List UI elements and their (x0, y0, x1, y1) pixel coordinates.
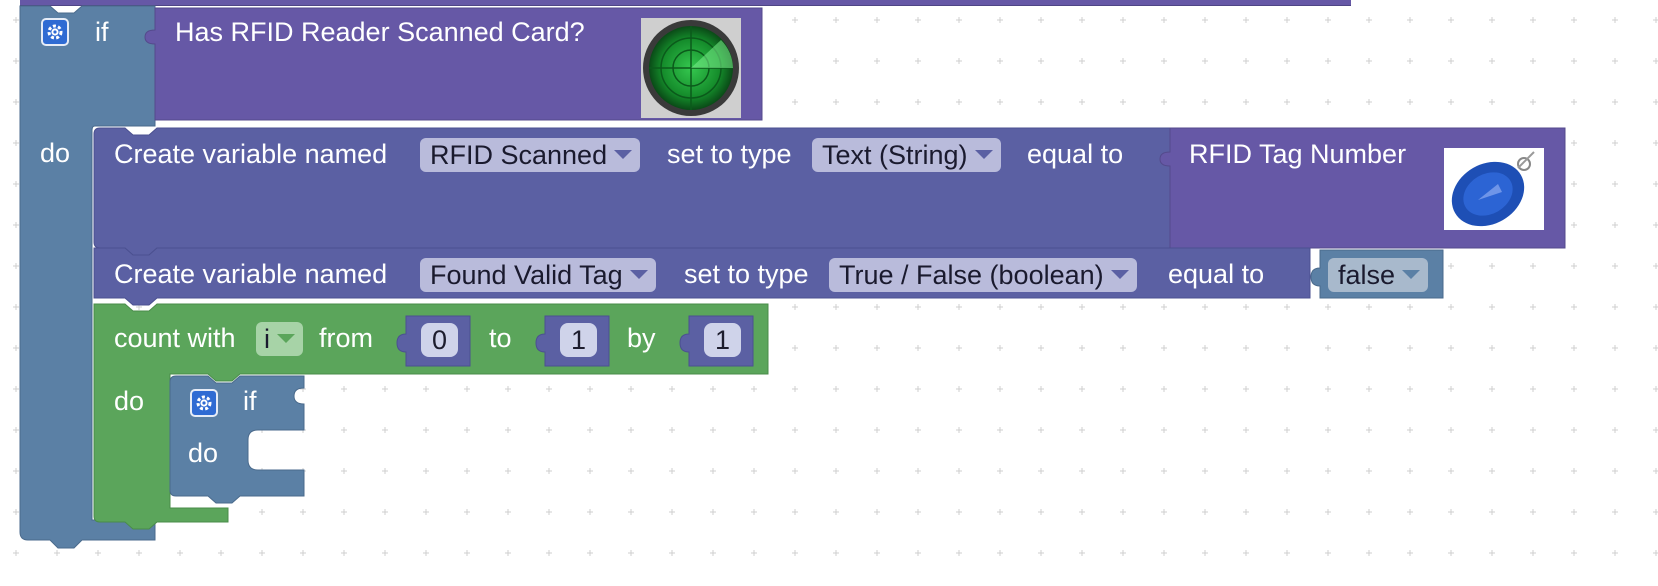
inner-if-label: if (243, 386, 257, 416)
inner-do-label: do (188, 438, 219, 468)
inner-if-block[interactable] (0, 0, 1658, 586)
gear-icon[interactable] (190, 389, 218, 417)
